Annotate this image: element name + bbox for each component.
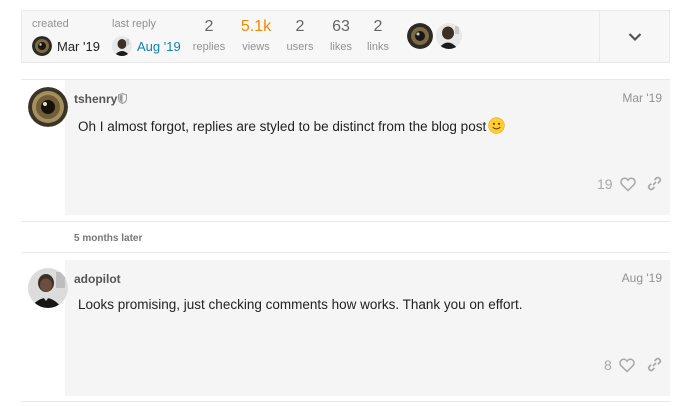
post-content: Oh I almost forgot, replies are styled t… <box>78 117 505 134</box>
like-count: 8 <box>604 357 612 373</box>
links-label: links <box>366 41 389 53</box>
last-reply-date: Aug '19 <box>137 39 181 54</box>
views-count: 5.1k <box>240 18 272 35</box>
post-avatar-adopilot[interactable] <box>28 268 68 308</box>
link-icon[interactable] <box>647 176 662 191</box>
created-section[interactable]: created Mar '19 <box>32 11 107 62</box>
post-date[interactable]: Aug '19 <box>622 271 662 285</box>
time-gap-label: 5 months later <box>74 233 143 244</box>
participant-avatar-adopilot[interactable] <box>436 23 462 49</box>
chevron-down-icon <box>628 32 642 41</box>
creator-avatar[interactable] <box>32 36 52 56</box>
users-label: users <box>286 41 314 53</box>
shield-icon <box>118 93 127 104</box>
post-text: Looks promising, just checking comments … <box>78 297 523 312</box>
last-replier-avatar[interactable] <box>112 36 132 56</box>
replies-label: replies <box>192 41 226 53</box>
last-reply-label: last reply <box>112 18 157 30</box>
participant-avatar-tshenry[interactable] <box>407 23 433 49</box>
stat-views: 5.1k views <box>236 18 276 53</box>
post-tshenry: tshenry Mar '19 Oh I almost forgot, repl… <box>21 79 670 215</box>
bottom-divider <box>21 401 670 402</box>
post-adopilot: adopilot Aug '19 Looks promising, just c… <box>21 260 670 396</box>
post-content: Looks promising, just checking comments … <box>78 297 522 312</box>
stat-users: 2 users <box>280 18 320 53</box>
like-count: 19 <box>597 176 613 192</box>
expand-topic-map-button[interactable] <box>600 11 670 62</box>
post-date[interactable]: Mar '19 <box>622 91 662 105</box>
link-icon[interactable] <box>647 357 662 372</box>
stat-likes: 63 likes <box>321 18 361 53</box>
post-avatar-tshenry[interactable] <box>28 87 68 127</box>
heart-icon[interactable] <box>620 177 636 192</box>
time-gap-divider: 5 months later <box>21 221 670 253</box>
replies-count: 2 <box>204 18 214 35</box>
post-body-background <box>65 80 670 215</box>
views-label: views <box>242 41 270 53</box>
last-reply-section[interactable]: last reply Aug '19 <box>112 11 197 62</box>
post-username[interactable]: adopilot <box>74 272 121 286</box>
stat-links: 2 links <box>358 18 398 53</box>
stat-replies: 2 replies <box>189 18 229 53</box>
heart-icon[interactable] <box>619 358 635 373</box>
links-count: 2 <box>373 18 383 35</box>
created-label: created <box>32 18 69 30</box>
slightly-smiling-face-icon <box>488 117 505 134</box>
users-count: 2 <box>295 18 305 35</box>
likes-count: 63 <box>332 18 350 35</box>
post-username[interactable]: tshenry <box>74 92 117 106</box>
post-text: Oh I almost forgot, replies are styled t… <box>78 119 487 134</box>
post-body-background <box>65 260 670 396</box>
topic-map: created Mar '19 last reply Aug '19 2 rep… <box>21 10 670 63</box>
created-date: Mar '19 <box>57 39 100 54</box>
likes-label: likes <box>329 41 352 53</box>
